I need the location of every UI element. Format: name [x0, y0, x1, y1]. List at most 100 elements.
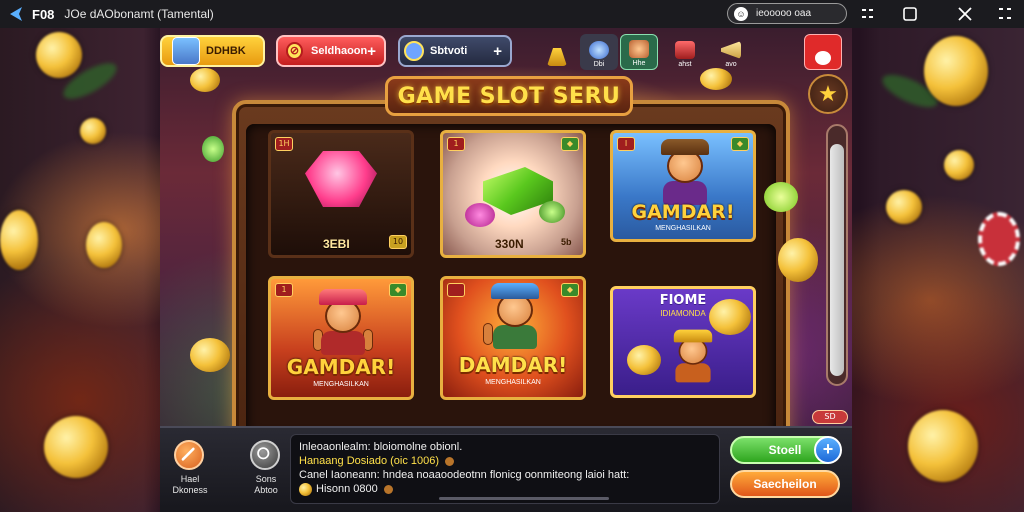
tile-name: GAMDAR!: [631, 201, 735, 223]
nav-label: Dbi: [593, 61, 605, 68]
tile-name: DAMDAR!: [458, 353, 568, 377]
game-tile[interactable]: 1 ◆ 330N 5b: [440, 130, 586, 258]
gear-icon: [257, 447, 270, 460]
scrollbar-thumb[interactable]: [830, 144, 844, 376]
coin-decoration: [80, 118, 106, 144]
coin-decoration: [886, 190, 922, 224]
minimize-icon[interactable]: [858, 4, 878, 24]
home-button[interactable]: [174, 440, 204, 470]
chip-decoration: [764, 182, 798, 212]
nav-chest[interactable]: [538, 34, 576, 70]
character-icon: [655, 139, 715, 205]
tile-extra: 10: [389, 235, 407, 249]
coin-decoration: [190, 68, 220, 92]
page-title-text: GAME SLOT SERU: [397, 83, 621, 109]
game-tile[interactable]: 1H 3EBI 10: [268, 130, 414, 258]
nav-label: Hhe: [632, 60, 646, 67]
start-button[interactable]: Stoell +: [730, 436, 842, 464]
coin-decoration: [190, 338, 230, 372]
tile-price: 3EBI: [323, 237, 350, 251]
nav-gift[interactable]: ahst: [666, 34, 704, 70]
green-orb-icon: [539, 201, 565, 223]
tile-badge-right: ◆: [561, 283, 579, 297]
settings-label-line1: Sons: [255, 474, 277, 484]
coin-decoration: [924, 36, 988, 106]
pink-orb-icon: [465, 203, 495, 227]
home-label-line1: Hael: [180, 474, 200, 484]
tile-badge-right: ◆: [561, 137, 579, 151]
window-title: JOe dAObonamt (Tamental): [64, 7, 214, 21]
plus-icon: +: [814, 436, 842, 464]
plus-icon: +: [367, 42, 376, 60]
chest-icon: [547, 48, 567, 66]
coin-decoration: [944, 150, 974, 180]
coin-icon: [627, 345, 661, 375]
coin-decoration: [0, 210, 38, 270]
restore-icon[interactable]: [900, 4, 920, 24]
bottom-panel: Hael Dkoness Sons Abtoo Inleoaonlealm: b…: [160, 426, 852, 512]
tile-subtitle: MENGHASILKAN: [485, 379, 541, 386]
account-icon: ☺: [734, 6, 748, 21]
star-icon: ★: [818, 81, 838, 107]
character-icon: [669, 329, 717, 383]
page-title: GAME SLOT SERU: [385, 76, 633, 116]
game-tile[interactable]: FIOME IDIAMONDA: [610, 286, 756, 398]
chat-line-text: Hanaang Dosiado (oic 1006): [299, 455, 440, 467]
nav-chat[interactable]: [804, 34, 842, 70]
chat-line: Hisonn 0800: [299, 482, 711, 496]
chat-line: Canel Iaoneann: hndea noaaoodeotnn floni…: [299, 469, 630, 481]
nav-avatar[interactable]: Hhe: [620, 34, 658, 70]
tile-price: 330N: [495, 237, 524, 251]
chat-scrollbar[interactable]: [439, 497, 609, 500]
settings-label-line2: Abtoo: [254, 485, 278, 495]
player-label: DDHBK: [206, 45, 246, 57]
tile-subtitle: MENGHASILKAN: [655, 225, 711, 232]
game-tile[interactable]: 1 ◆ GAMDAR! MENGHASILKAN: [268, 276, 414, 400]
chat-line-text: Hisonn 0800: [316, 483, 378, 495]
mini-tag[interactable]: SD: [812, 410, 848, 424]
coin-icon: ⊘: [286, 42, 303, 60]
secondary-label: Sbtvoti: [430, 45, 468, 57]
home-label: Hael Dkoness: [160, 474, 220, 496]
gift-icon: [675, 41, 695, 59]
vertical-scrollbar[interactable]: [826, 124, 848, 386]
gem-icon: [404, 41, 424, 61]
chat-log[interactable]: Inleoaonlealm: bloiomolne obionl. Hanaan…: [290, 434, 720, 504]
app-code: F08: [32, 6, 55, 22]
horn-icon: [721, 41, 741, 59]
home-label-line2: Dkoness: [172, 485, 208, 495]
chat-icon: [815, 51, 831, 65]
tile-badge-right: ◆: [731, 137, 749, 151]
more-icon[interactable]: [995, 4, 1015, 24]
avatar-icon: [629, 40, 649, 58]
secondary-currency-button[interactable]: Sbtvoti +: [398, 35, 512, 67]
balance-button[interactable]: ⊘ Seldhaoon +: [276, 35, 386, 67]
tile-badge: 1H: [275, 137, 293, 151]
tile-extra: 5b: [561, 237, 572, 247]
nav-label: ahst: [678, 61, 692, 68]
settings-button[interactable]: [250, 440, 280, 470]
close-icon[interactable]: [955, 4, 975, 24]
chip-decoration: [978, 212, 1020, 266]
player-profile-button[interactable]: DDHBK: [160, 35, 265, 67]
nav-horn[interactable]: avo: [712, 34, 750, 70]
tile-badge: 1: [447, 137, 465, 151]
tile-badge: I: [617, 137, 635, 151]
game-tile[interactable]: I ◆ GAMDAR! MENGHASILKAN: [610, 130, 756, 242]
character-icon: [313, 289, 373, 355]
coin-icon: [299, 482, 312, 496]
nav-globe[interactable]: Dbi: [580, 34, 618, 70]
cancel-label: Saecheilon: [753, 477, 817, 491]
home-icon: [181, 447, 195, 461]
pink-gem-icon: [305, 151, 377, 207]
tile-badge-right: ◆: [389, 283, 407, 297]
coin-decoration: [700, 68, 732, 90]
cancel-button[interactable]: Saecheilon: [730, 470, 840, 498]
favorites-button[interactable]: ★: [808, 74, 848, 114]
account-pill[interactable]: ☺ ieooooo oaa: [727, 3, 847, 24]
settings-label: Sons Abtoo: [236, 474, 296, 496]
coin-decoration: [44, 416, 108, 478]
coin-decoration: [36, 32, 82, 78]
game-tile[interactable]: ◆ DAMDAR! MENGHASILKAN: [440, 276, 586, 400]
app-logo-icon: [10, 7, 22, 21]
